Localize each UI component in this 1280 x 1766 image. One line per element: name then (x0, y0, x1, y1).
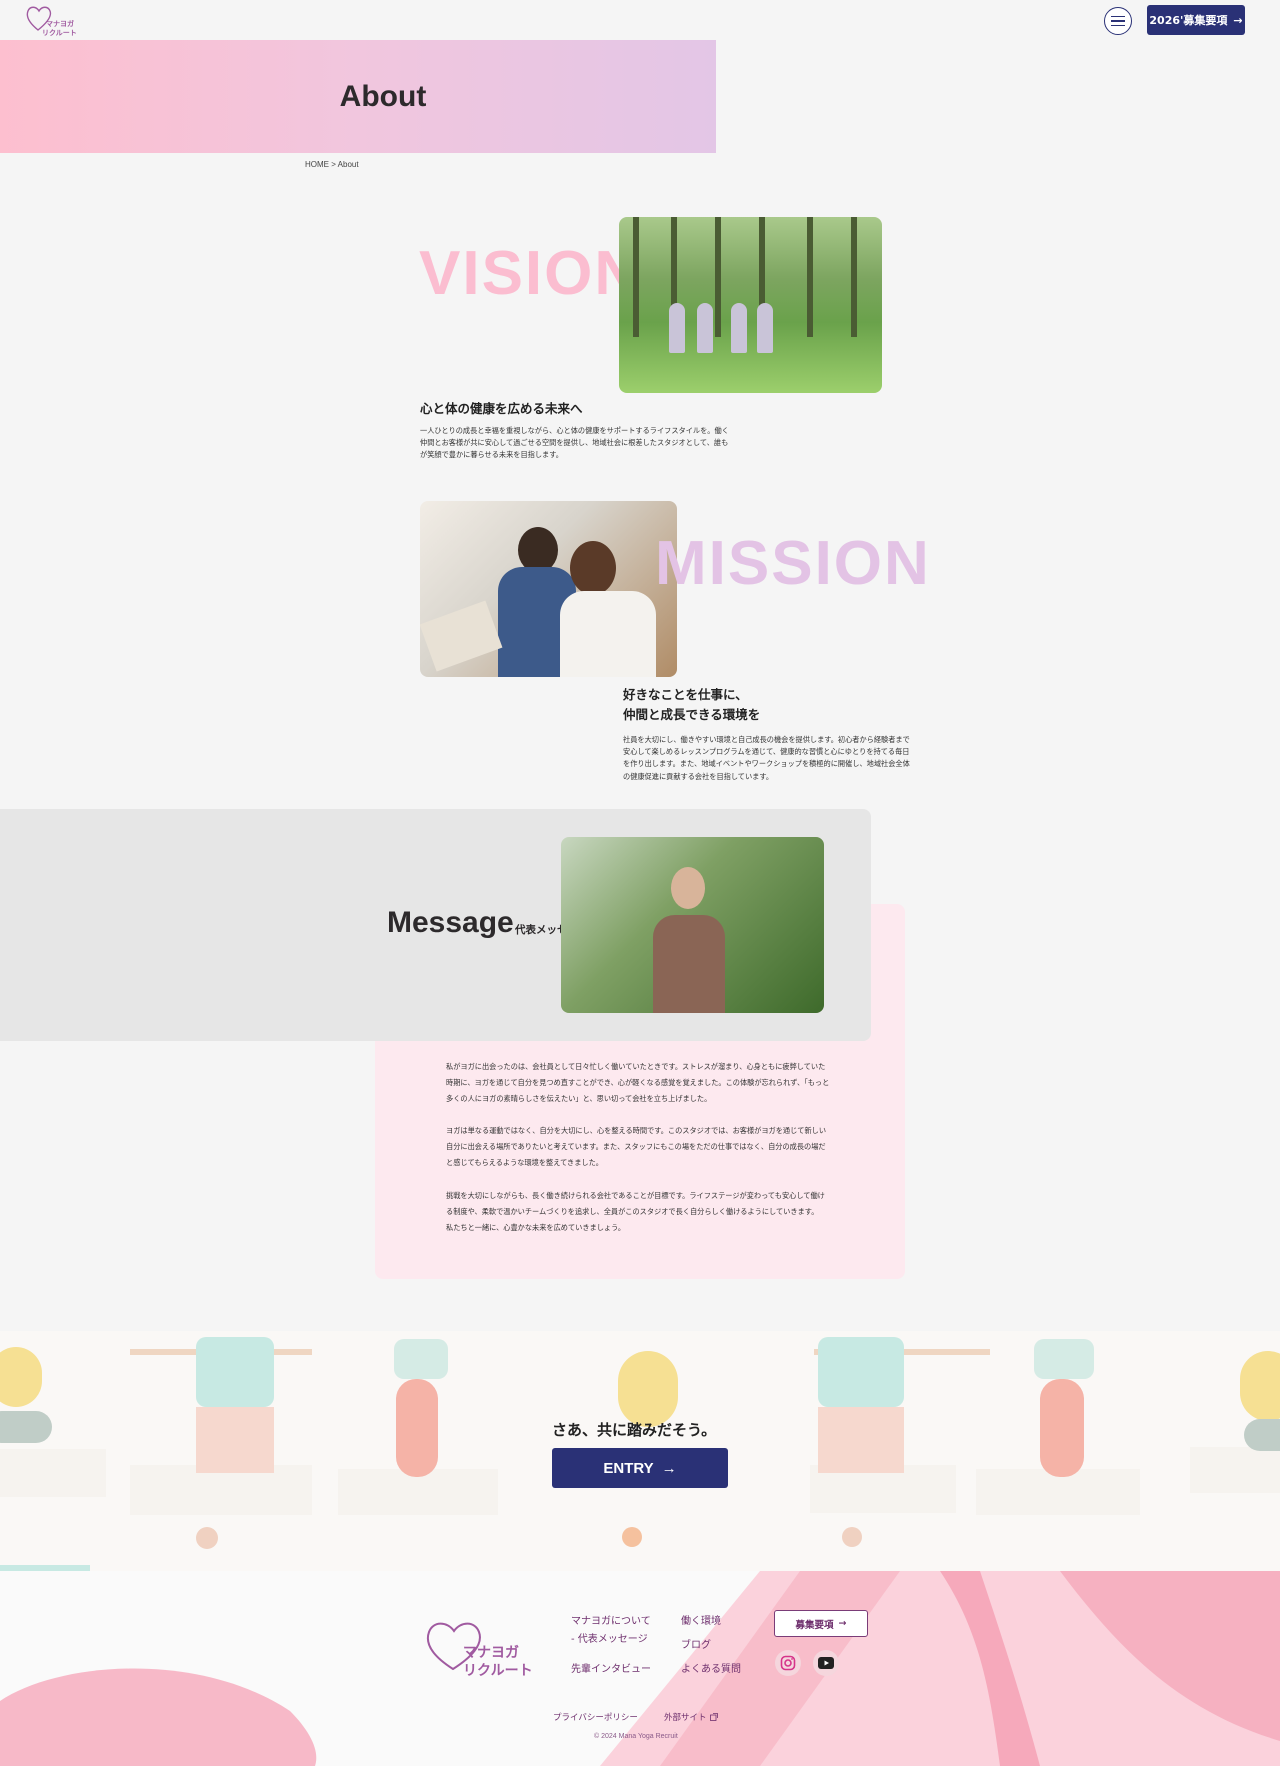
svg-text:リクルート: リクルート (42, 28, 77, 37)
youtube-icon (818, 1657, 834, 1669)
footer-external-label: 外部サイト (664, 1713, 707, 1723)
message-paragraph-3-text: 挑戦を大切にしながらも、長く働き続けられる会社であることが目標です。ライフステー… (446, 1191, 825, 1216)
mission-photo (420, 501, 677, 677)
footer-link-environment[interactable]: 働く環境 (681, 1612, 721, 1627)
breadcrumb: HOME > About (305, 160, 359, 169)
footer-recruit-label: 募集要項 (795, 1619, 834, 1631)
ceo-photo (561, 837, 824, 1013)
svg-text:マナヨガ: マナヨガ (46, 19, 74, 28)
mission-subheading-line1: 好きなことを仕事に、 (623, 687, 748, 702)
page-hero: About (0, 40, 716, 153)
footer-link-message[interactable]: - 代表メッセージ (571, 1630, 648, 1645)
arrow-right-icon: → (1233, 13, 1243, 27)
external-link-icon (709, 1713, 718, 1721)
recruit-info-button[interactable]: 2026'募集要項 → (1147, 5, 1245, 35)
heart-logo-icon: マナヨガ リクルート (26, 6, 77, 37)
recruit-info-label: 2026'募集要項 (1149, 14, 1228, 27)
footer-link-faq[interactable]: よくある質問 (681, 1660, 741, 1675)
vision-photo (619, 217, 882, 393)
footer-link-interview[interactable]: 先輩インタビュー (571, 1660, 651, 1675)
entry-button[interactable]: ENTRY → (552, 1448, 728, 1488)
svg-text:リクルート: リクルート (463, 1663, 533, 1679)
footer-logo[interactable]: マナヨガ リクルート (423, 1617, 533, 1681)
mission-subheading: 好きなことを仕事に、 仲間と成長できる環境を (623, 685, 760, 725)
svg-text:マナヨガ: マナヨガ (463, 1645, 519, 1661)
hamburger-icon (1111, 15, 1125, 18)
footer-recruit-button[interactable]: 募集要項 → (774, 1610, 868, 1637)
site-logo[interactable]: マナヨガ リクルート (24, 4, 84, 38)
message-paragraph-1: 私がヨガに出会ったのは、会社員として日々忙しく働いていたときです。ストレスが溜ま… (446, 1062, 830, 1103)
instagram-link[interactable] (775, 1650, 801, 1676)
copyright: © 2024 Mana Yoga Recruit (594, 1733, 678, 1740)
footer-link-about[interactable]: マナヨガについて (571, 1612, 651, 1627)
vision-body: 一人ひとりの成長と幸福を重視しながら、心と体の健康をサポートするライフスタイルを… (420, 426, 729, 460)
message-closing: 私たちと一緒に、心豊かな未来を広めていきましょう。 (446, 1223, 626, 1232)
page-title: About (339, 79, 427, 113)
mission-subheading-line2: 仲間と成長できる環境を (623, 707, 761, 722)
mission-body: 社員を大切にし、働きやすい環境と自己成長の機会を提供します。初心者から経験者まで… (623, 735, 910, 781)
vision-heading-word: VISION (419, 239, 642, 308)
youtube-link[interactable] (813, 1650, 839, 1676)
message-paragraph-3: 挑戦を大切にしながらも、長く働き続けられる会社であることが目標です。ライフステー… (446, 1188, 831, 1236)
instagram-icon (780, 1655, 796, 1671)
mission-heading-word: MISSION (655, 529, 931, 598)
message-title: Message (387, 906, 514, 939)
arrow-right-icon: → (838, 1618, 847, 1629)
footer-privacy-link[interactable]: プライバシーポリシー (553, 1711, 638, 1723)
footer-link-blog[interactable]: ブログ (681, 1636, 711, 1651)
entry-tagline: さあ、共に踏みだそう。 (552, 1421, 717, 1439)
vision-subheading: 心と体の健康を広める未来へ (420, 401, 583, 416)
footer-external-link[interactable]: 外部サイト (664, 1711, 718, 1723)
entry-button-label: ENTRY (603, 1459, 654, 1477)
arrow-right-icon: → (661, 1459, 677, 1477)
message-paragraph-2: ヨガは単なる運動ではなく、自分を大切にし、心を整える時間です。このスタジオでは、… (446, 1126, 827, 1167)
hamburger-menu-button[interactable] (1104, 7, 1132, 35)
heart-logo-icon: マナヨガ リクルート (426, 1622, 533, 1679)
